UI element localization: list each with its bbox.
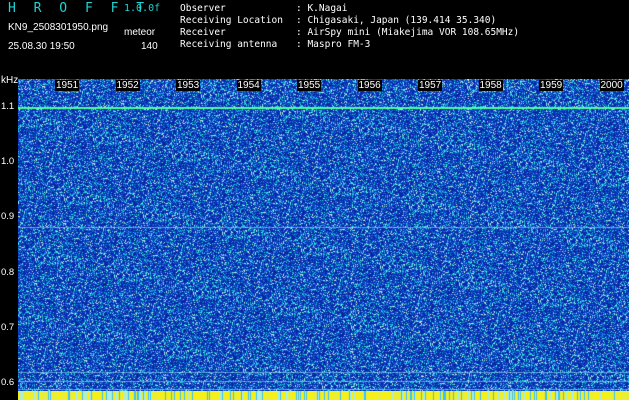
y-tick-label: 1.1 <box>1 100 15 112</box>
filename-label: KN9_2508301950.png <box>8 22 109 33</box>
time-tick-label: 1955 <box>297 80 322 91</box>
info-label: Receiving antenna <box>180 39 278 50</box>
time-tick-label: 1959 <box>539 80 564 91</box>
info-value: Maspro FM-3 <box>307 39 371 50</box>
time-tick-label: 1957 <box>418 80 443 91</box>
time-tick-label: 1951 <box>55 80 80 91</box>
info-antenna: Receiving antenna: Maspro FM-3 <box>180 39 371 50</box>
y-tick-label: 0.8 <box>1 266 15 278</box>
time-axis: 1951 1952 1953 1954 1955 1956 1957 1958 1959 2000 <box>18 79 629 93</box>
info-observer: Observer: K.Nagai <box>180 3 348 14</box>
y-axis: 1.1 1.0 0.9 0.8 0.7 0.6 <box>0 79 18 400</box>
spectrogram-canvas <box>18 79 629 400</box>
info-receiver: Receiver: AirSpy mini (Miakejima VOR 108… <box>180 27 520 38</box>
info-label: Receiving Location <box>180 15 283 26</box>
time-tick-label: 1952 <box>115 80 140 91</box>
datetime-label: 25.08.30 19:50 <box>8 41 75 52</box>
info-label: Receiver <box>180 27 226 38</box>
info-value: K.Nagai <box>307 3 348 14</box>
bottom-level-bar <box>18 391 629 400</box>
info-value: AirSpy mini (Miakejima VOR 108.65MHz) <box>307 27 520 38</box>
y-tick-label: 0.9 <box>1 211 15 223</box>
time-tick-label: 1954 <box>236 80 261 91</box>
info-label: Observer <box>180 3 226 14</box>
time-tick-label: 2000 <box>599 80 624 91</box>
time-tick-label: 1956 <box>357 80 382 91</box>
y-tick-label: 0.7 <box>1 322 15 334</box>
y-tick-label: 0.6 <box>1 377 15 389</box>
y-tick-label: 1.0 <box>1 156 15 168</box>
info-location: Receiving Location: Chigasaki, Japan (13… <box>180 15 497 26</box>
info-value: Chigasaki, Japan (139.414 35.340) <box>307 15 497 26</box>
time-tick-label: 1958 <box>478 80 503 91</box>
version-label: 1.0.0f <box>124 3 161 14</box>
time-tick-label: 1953 <box>176 80 201 91</box>
meteor-count: 140 <box>141 41 158 52</box>
spectrogram-waterfall <box>18 79 629 400</box>
meteor-label: meteor <box>124 27 156 38</box>
